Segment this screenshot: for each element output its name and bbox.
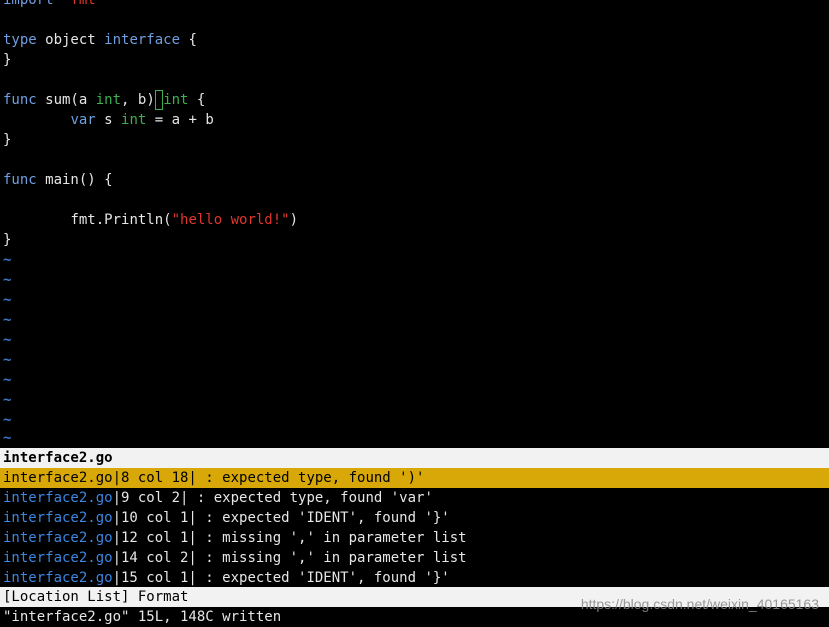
text-cursor	[154, 90, 164, 110]
empty-line-marker: ~	[3, 392, 12, 408]
location-list-item[interactable]: interface2.go|12 col 1| : missing ',' in…	[0, 528, 829, 548]
location-file: interface2.go	[3, 510, 113, 526]
code-text: {	[180, 32, 197, 48]
empty-line-marker: ~	[3, 252, 12, 268]
location-message: : expected type, found 'var'	[188, 490, 433, 506]
location-file: interface2.go	[3, 490, 113, 506]
location-position: |9 col 2|	[112, 490, 189, 506]
location-message: : expected 'IDENT', found '}'	[196, 510, 450, 526]
type-name: int	[121, 112, 147, 128]
location-position: |8 col 18|	[112, 470, 197, 486]
identifier: object	[36, 32, 105, 48]
empty-line-marker: ~	[3, 412, 12, 428]
empty-line-marker: ~	[3, 372, 12, 388]
location-position: |12 col 1|	[112, 530, 197, 546]
code-line-func-sum: func sum(a int, b) int {	[3, 90, 205, 110]
keyword: interface	[104, 32, 181, 48]
keyword: func	[3, 92, 37, 108]
empty-line-marker: ~	[3, 312, 12, 328]
location-message: : expected type, found ')'	[196, 470, 425, 486]
location-position: |15 col 1|	[112, 570, 197, 586]
identifier: s	[95, 112, 122, 128]
code-text: {	[188, 92, 206, 108]
watermark: https://blog.csdn.net/weixin_40165163	[580, 596, 819, 612]
location-list-item[interactable]: interface2.go|15 col 1| : expected 'IDEN…	[0, 568, 829, 588]
empty-line-marker: ~	[3, 332, 12, 348]
type-name: int	[95, 92, 122, 108]
string-literal: "hello world!"	[171, 212, 290, 228]
location-message: : missing ',' in parameter list	[196, 550, 467, 566]
location-list-item[interactable]: interface2.go|10 col 1| : expected 'IDEN…	[0, 508, 829, 528]
location-position: |14 col 2|	[112, 550, 197, 566]
location-file: interface2.go	[3, 550, 113, 566]
code-line-close: }	[3, 132, 12, 148]
code-text: fmt.Println(	[70, 212, 172, 228]
buffer-status-line[interactable]: interface2.go	[0, 448, 829, 468]
location-file: interface2.go	[3, 570, 113, 586]
code-text: , b)	[121, 92, 155, 108]
location-list-item[interactable]: interface2.go|9 col 2| : expected type, …	[0, 488, 829, 508]
empty-line-marker: ~	[3, 292, 12, 308]
keyword: var	[70, 112, 96, 128]
code-text: = a + b	[146, 112, 214, 128]
keyword: import	[3, 0, 54, 8]
code-line-import: import "fmt"	[3, 0, 104, 10]
code-text: )	[289, 212, 299, 228]
code-text: main() {	[36, 172, 113, 188]
code-line-close: }	[3, 232, 12, 248]
keyword: func	[3, 172, 37, 188]
string-literal: "fmt"	[62, 0, 105, 8]
location-message: : expected 'IDENT', found '}'	[196, 570, 450, 586]
code-line-func-main: func main() {	[3, 170, 113, 190]
code-line-close: }	[3, 52, 12, 68]
code-line-println: fmt.Println("hello world!")	[3, 210, 298, 230]
keyword: type	[3, 32, 37, 48]
location-position: |10 col 1|	[112, 510, 197, 526]
empty-line-marker: ~	[3, 272, 12, 288]
location-list-item[interactable]: interface2.go|8 col 18| : expected type,…	[0, 468, 829, 488]
type-name: int	[163, 92, 189, 108]
code-text: sum(a	[36, 92, 96, 108]
location-message: : missing ',' in parameter list	[196, 530, 467, 546]
location-list-item[interactable]: interface2.go|14 col 2| : missing ',' in…	[0, 548, 829, 568]
empty-line-marker: ~	[3, 430, 12, 446]
location-file: interface2.go	[3, 530, 113, 546]
code-line-var: var s int = a + b	[3, 110, 214, 130]
location-file: interface2.go	[3, 470, 113, 486]
code-line-type: type object interface {	[3, 30, 197, 50]
empty-line-marker: ~	[3, 352, 12, 368]
